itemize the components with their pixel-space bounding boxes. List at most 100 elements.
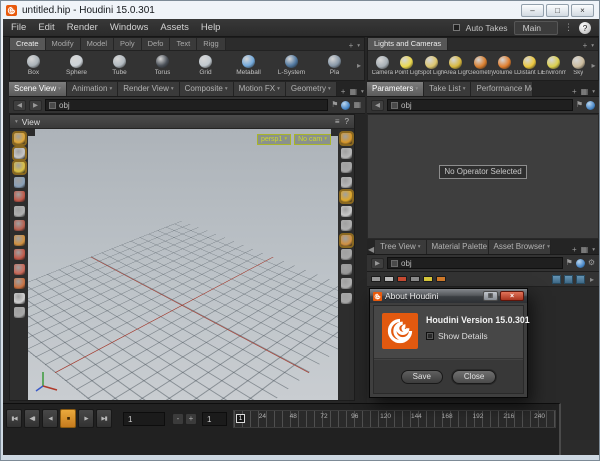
show-details-checkbox[interactable] xyxy=(426,332,434,340)
add-pane-tab-icon[interactable]: + xyxy=(341,87,346,96)
shelf-tab[interactable]: Text xyxy=(170,38,198,50)
shelf-tool[interactable]: Metaball xyxy=(227,55,270,76)
viewport-tool-icon[interactable] xyxy=(13,220,25,231)
viewport-tool-icon[interactable] xyxy=(340,292,352,304)
snapshot-orb-icon[interactable] xyxy=(341,100,351,110)
chevron-down-icon[interactable]: ▾ xyxy=(58,84,61,94)
pane-tab[interactable]: Asset Browser ▾ xyxy=(488,240,551,254)
shelf-tab[interactable]: Create xyxy=(10,38,46,50)
node-color-swatch[interactable] xyxy=(371,276,381,282)
chevron-down-icon[interactable]: ▾ xyxy=(591,43,594,49)
help-icon[interactable]: ? xyxy=(579,21,591,34)
window-control-button[interactable]: □ xyxy=(546,3,569,17)
node-color-swatch[interactable] xyxy=(397,276,407,282)
network-layout-button[interactable] xyxy=(575,274,585,284)
shelf-tool[interactable]: Distant Light xyxy=(517,55,542,76)
viewport-tool-icon[interactable] xyxy=(340,249,352,260)
toolbar-scroll-right-icon[interactable]: ▸ xyxy=(589,275,595,284)
tab-scroll-left-icon[interactable]: ◀ xyxy=(367,245,375,254)
node-color-swatch[interactable] xyxy=(436,276,446,282)
frame-increment-button[interactable]: + xyxy=(185,412,197,425)
pane-tab[interactable]: Tree View ▾ xyxy=(375,240,427,254)
path-field[interactable]: obj xyxy=(387,257,563,269)
pane-tab[interactable]: Motion FX ▾ xyxy=(233,82,286,96)
add-pane-tab-icon[interactable]: + xyxy=(572,87,577,96)
shelf-tool[interactable]: Geometry L xyxy=(468,55,493,76)
shelf-tab[interactable]: Lights and Cameras xyxy=(368,38,448,50)
chevron-down-icon[interactable]: ▾ xyxy=(328,84,331,94)
viewport[interactable]: persp1 ▾ No cam ▾ xyxy=(28,129,338,400)
chevron-down-icon[interactable]: ▾ xyxy=(225,84,228,94)
path-field[interactable]: obj xyxy=(45,99,329,111)
dialog-maximize-button[interactable]: ▦ xyxy=(483,291,498,301)
shelf-tool[interactable]: Spot Light xyxy=(419,55,444,76)
chevron-down-icon[interactable]: ▾ xyxy=(109,84,112,94)
gear-icon[interactable]: ⚙ xyxy=(588,258,595,268)
add-shelf-icon[interactable]: + xyxy=(583,41,588,50)
viewport-tool-icon[interactable] xyxy=(13,292,25,304)
window-control-button[interactable]: × xyxy=(571,3,594,17)
shelf-tool[interactable]: Torus xyxy=(141,55,184,76)
menu-item[interactable]: Help xyxy=(201,22,221,33)
viewport-tool-icon[interactable] xyxy=(340,220,352,231)
viewport-tool-icon[interactable] xyxy=(13,147,25,159)
transport-button[interactable]: ▶ xyxy=(78,409,94,428)
nav-back-icon[interactable]: ◀ xyxy=(371,99,384,111)
chevron-down-icon[interactable]: ▾ xyxy=(171,84,174,94)
pane-layout-icon[interactable]: ▦ xyxy=(581,245,589,254)
viewport-tool-icon[interactable] xyxy=(13,133,25,144)
viewport-tool-icon[interactable] xyxy=(13,191,25,202)
transport-button[interactable]: ▶▮ xyxy=(96,409,112,428)
timeline-ruler[interactable]: 1 24 48 72 96 120 144 168 192 216 240 xyxy=(233,409,556,428)
pane-layout-icon[interactable]: ▦ xyxy=(581,87,589,96)
chevron-down-icon[interactable]: ▾ xyxy=(415,84,418,94)
no-cam-badge[interactable]: No cam ▾ xyxy=(294,134,331,145)
pane-tab[interactable]: Take List ▾ xyxy=(424,82,472,96)
shelf-tab[interactable]: Modify xyxy=(45,38,81,50)
viewport-tool-icon[interactable] xyxy=(13,162,25,173)
shelf-tool[interactable]: Volume Light xyxy=(493,55,517,76)
shelf-tool[interactable]: Sphere xyxy=(55,55,98,76)
transport-button[interactable]: ◀▮ xyxy=(24,409,40,428)
chevron-down-icon[interactable]: ▾ xyxy=(357,43,360,49)
pane-tab[interactable]: Scene View ▾ xyxy=(9,82,67,96)
viewport-tool-icon[interactable] xyxy=(13,176,25,188)
viewport-tool-icon[interactable] xyxy=(340,176,352,188)
auto-takes-checkbox[interactable] xyxy=(452,24,460,31)
menu-item[interactable]: File xyxy=(11,22,26,33)
chevron-down-icon[interactable]: ▾ xyxy=(277,84,280,94)
network-layout-button[interactable] xyxy=(551,274,561,284)
shelf-scroll-right-icon[interactable]: ▸ xyxy=(356,61,362,70)
window-control-button[interactable]: – xyxy=(521,3,544,17)
viewport-tool-icon[interactable] xyxy=(340,162,352,173)
transport-button[interactable]: ▮◀ xyxy=(6,409,22,428)
chevron-down-icon[interactable]: ▾ xyxy=(592,89,595,95)
menu-item[interactable]: Render xyxy=(67,22,98,33)
pane-tab[interactable]: Performance Monitor ▾ xyxy=(471,82,534,96)
titlebar[interactable]: untitled.hip - Houdini 15.0.301 – □ × xyxy=(1,1,599,19)
shelf-tool[interactable]: L-System xyxy=(270,55,313,76)
dialog-close-icon[interactable]: × xyxy=(500,291,524,301)
dialog-titlebar[interactable]: About Houdini ▦ × xyxy=(370,289,527,303)
save-button[interactable]: Save xyxy=(400,369,443,384)
shelf-tool[interactable]: Grid xyxy=(184,55,227,76)
flag-icon[interactable]: ⚑ xyxy=(576,100,583,110)
shelf-tab[interactable]: Rigg xyxy=(197,38,226,50)
chevron-down-icon[interactable]: ▾ xyxy=(463,84,466,94)
viewport-tool-icon[interactable] xyxy=(340,278,352,289)
snapshot-orb-icon[interactable] xyxy=(575,258,585,268)
menu-item[interactable]: Assets xyxy=(160,22,189,33)
nav-forward-icon[interactable]: ▶ xyxy=(371,257,384,269)
viewport-tool-icon[interactable] xyxy=(13,234,25,246)
add-shelf-icon[interactable]: + xyxy=(349,41,354,50)
pane-tab[interactable]: Parameters ▾ xyxy=(367,82,425,96)
viewport-tool-icon[interactable] xyxy=(13,278,25,289)
viewport-tool-icon[interactable] xyxy=(13,249,25,260)
transport-button[interactable]: ■ xyxy=(60,409,76,428)
shelf-tab[interactable]: Model xyxy=(80,38,115,50)
viewport-tool-icon[interactable] xyxy=(13,307,25,318)
snapshot-orb-icon[interactable] xyxy=(586,100,595,110)
shelf-tool[interactable]: Sky xyxy=(566,55,591,76)
shelf-tool[interactable]: Point Light xyxy=(395,55,419,76)
chevron-down-icon[interactable]: ▾ xyxy=(418,242,421,252)
